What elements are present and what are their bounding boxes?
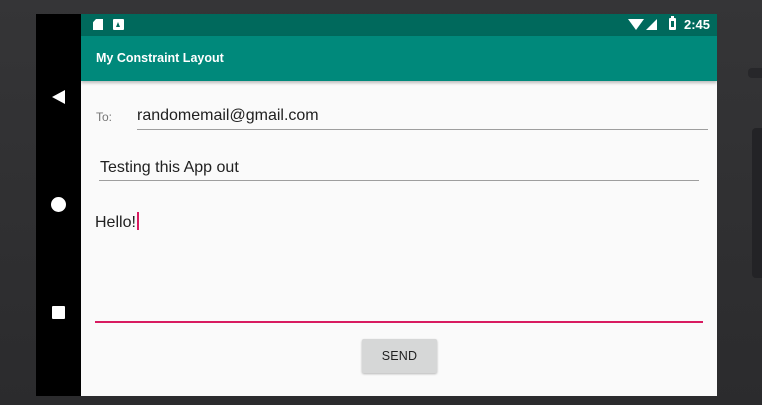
wifi-icon xyxy=(628,19,644,30)
send-button[interactable]: SEND xyxy=(362,339,437,373)
device-side-button xyxy=(748,68,762,78)
battery-icon xyxy=(669,16,676,30)
device-frame: 2:45 My Constraint Layout To: randomemai… xyxy=(0,0,762,405)
home-icon[interactable] xyxy=(51,197,66,212)
message-field-underline xyxy=(95,321,703,323)
a-icon xyxy=(113,19,124,30)
app-screen: 2:45 My Constraint Layout To: randomemai… xyxy=(81,14,717,396)
subject-field-underline xyxy=(99,180,699,181)
device-volume-rocker xyxy=(752,128,762,278)
message-text: Hello! xyxy=(95,214,136,231)
to-label: To: xyxy=(96,110,113,124)
email-field[interactable]: randomemail@gmail.com xyxy=(137,107,319,125)
subject-field[interactable]: Testing this App out xyxy=(100,159,239,177)
message-field[interactable]: Hello! xyxy=(95,212,139,232)
app-title: My Constraint Layout xyxy=(96,51,224,65)
status-time: 2:45 xyxy=(684,17,711,32)
status-bar: 2:45 xyxy=(81,14,717,36)
back-icon[interactable] xyxy=(52,90,65,104)
text-cursor xyxy=(136,212,139,230)
email-field-underline xyxy=(137,129,708,130)
recents-icon[interactable] xyxy=(52,306,65,319)
app-bar: My Constraint Layout xyxy=(81,36,717,81)
signal-icon xyxy=(646,19,657,30)
sd-card-icon xyxy=(93,19,103,30)
